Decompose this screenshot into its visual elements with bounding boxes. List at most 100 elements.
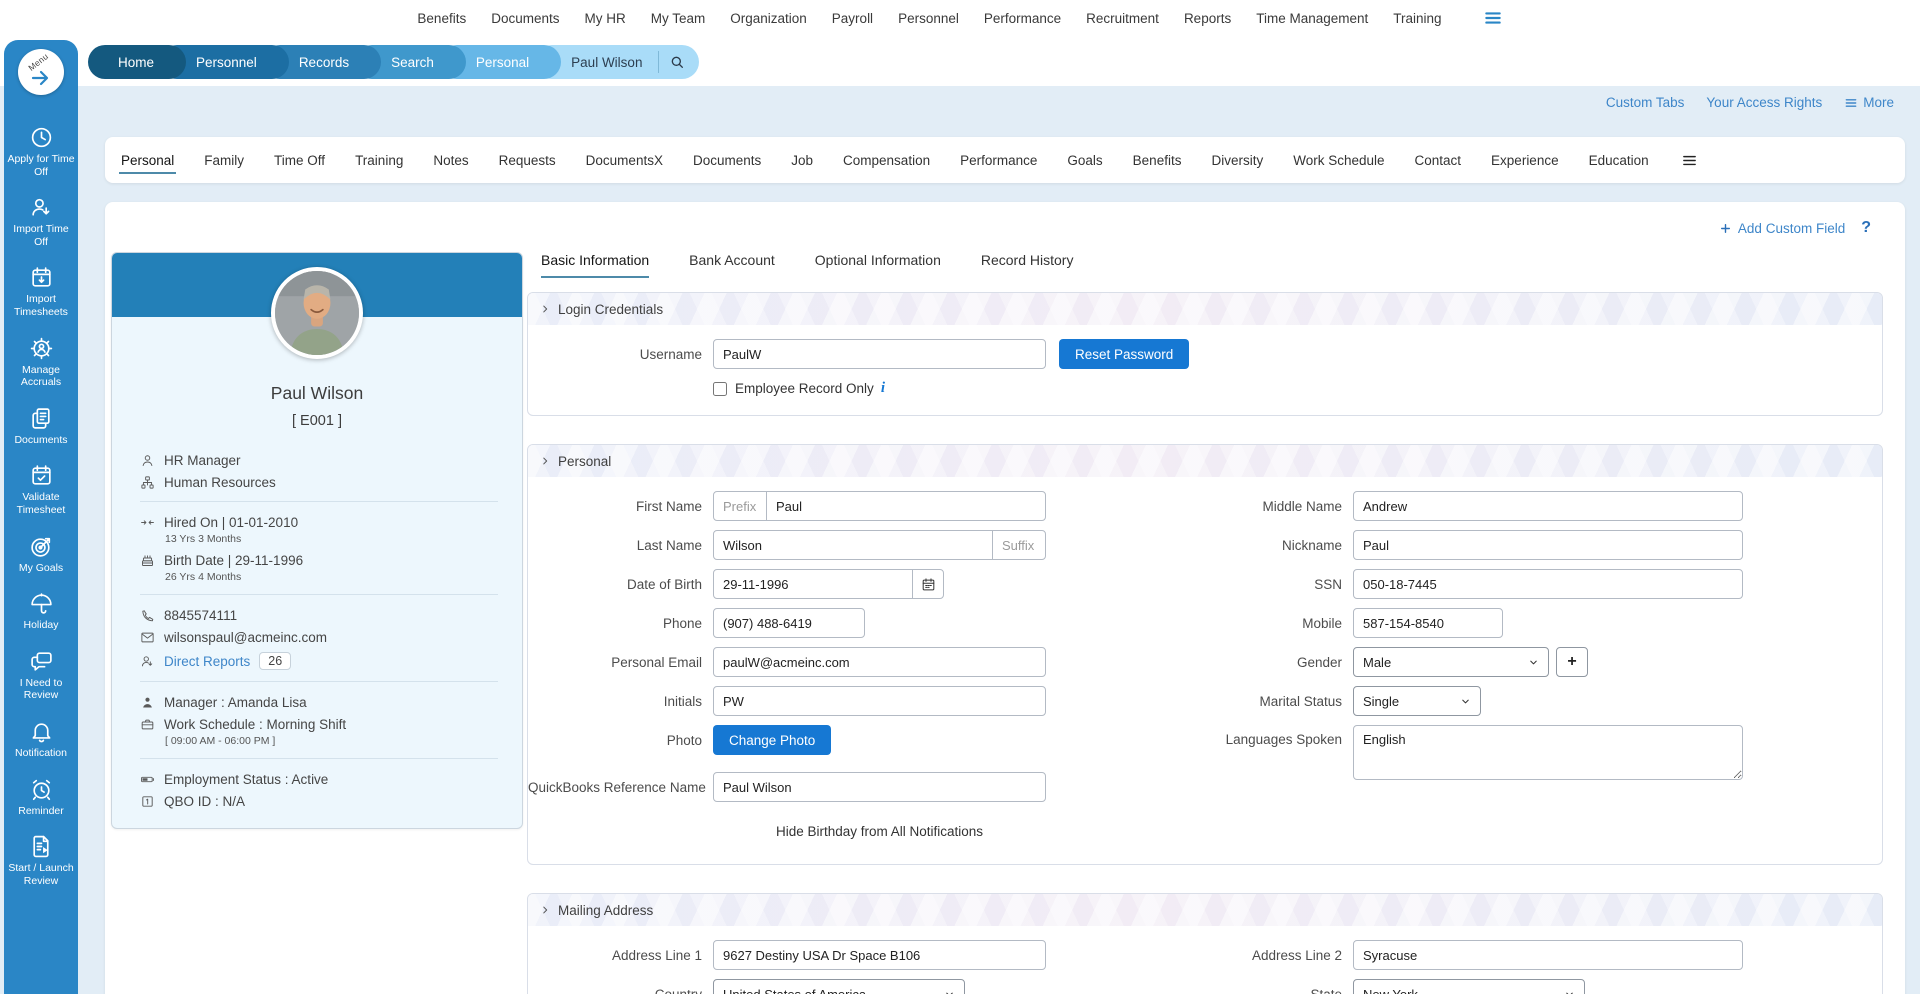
country-select[interactable]: United States of America (713, 979, 965, 994)
tab-personal[interactable]: Personal (119, 140, 176, 181)
tabs-overflow-menu-icon[interactable] (1681, 152, 1698, 169)
tab-benefits[interactable]: Benefits (1131, 140, 1184, 181)
topnav-my-team[interactable]: My Team (651, 11, 706, 26)
tab-work-schedule[interactable]: Work Schedule (1291, 140, 1386, 181)
tab-education[interactable]: Education (1587, 140, 1651, 181)
change-photo-button[interactable]: Change Photo (713, 725, 831, 755)
breadcrumb-home[interactable]: Home (88, 45, 186, 79)
info-icon[interactable]: i (881, 380, 885, 397)
avatar[interactable] (271, 267, 363, 359)
date-picker-button[interactable] (912, 569, 944, 599)
mailing-address-header[interactable]: Mailing Address (528, 894, 1882, 926)
prefix-input[interactable] (713, 491, 767, 521)
personal-header[interactable]: Personal (528, 445, 1882, 477)
languages-spoken-textarea[interactable]: English (1353, 725, 1743, 780)
tab-contact[interactable]: Contact (1413, 140, 1464, 181)
sidebar-item-holiday[interactable]: Holiday (4, 591, 78, 632)
quickbooks-reference-input[interactable] (713, 772, 1046, 802)
topnav-payroll[interactable]: Payroll (832, 11, 873, 26)
login-credentials-header[interactable]: Login Credentials (528, 293, 1882, 325)
tab-documentsx[interactable]: DocumentsX (584, 140, 665, 181)
initials-input[interactable] (713, 686, 1046, 716)
subtab-basic-information[interactable]: Basic Information (541, 252, 649, 278)
topnav-time-management[interactable]: Time Management (1256, 11, 1368, 26)
subtab-record-history[interactable]: Record History (981, 252, 1074, 278)
tab-compensation[interactable]: Compensation (841, 140, 932, 181)
sidebar-item-documents[interactable]: Documents (4, 406, 78, 447)
date-of-birth-input[interactable] (713, 569, 913, 599)
add-custom-field-button[interactable]: Add Custom Field ? (1719, 219, 1871, 237)
nickname-input[interactable] (1353, 530, 1743, 560)
sidebar-item-start-launch-review[interactable]: Start / Launch Review (4, 834, 78, 887)
reset-password-button[interactable]: Reset Password (1059, 339, 1189, 369)
topnav-my-hr[interactable]: My HR (584, 11, 625, 26)
direct-reports-link[interactable]: Direct Reports (164, 654, 250, 669)
phone-input[interactable] (713, 608, 865, 638)
sidebar-item-validate-timesheet[interactable]: Validate Timesheet (4, 463, 78, 516)
sidebar-item-manage-accruals[interactable]: Manage Accruals (4, 336, 78, 389)
address-line-2-input[interactable] (1353, 940, 1743, 970)
subtab-optional-information[interactable]: Optional Information (815, 252, 941, 278)
qbo-icon (140, 794, 155, 809)
middle-name-input[interactable] (1353, 491, 1743, 521)
sidebar-item-apply-for-time-off[interactable]: Apply for Time Off (4, 125, 78, 178)
person-import-icon (29, 195, 54, 220)
add-gender-button[interactable]: + (1556, 647, 1588, 677)
first-name-input[interactable] (766, 491, 1046, 521)
topnav-benefits[interactable]: Benefits (417, 11, 466, 26)
topnav-documents[interactable]: Documents (491, 11, 559, 26)
tab-performance[interactable]: Performance (958, 140, 1039, 181)
more-link[interactable]: More (1844, 95, 1894, 110)
custom-tabs-link[interactable]: Custom Tabs (1606, 95, 1685, 110)
tab-goals[interactable]: Goals (1065, 140, 1104, 181)
bell-icon (29, 719, 54, 744)
subtab-bank-account[interactable]: Bank Account (689, 252, 775, 278)
personal-section: Personal First Name Last Name (527, 444, 1883, 865)
quickbooks-reference-label: QuickBooks Reference Name (528, 780, 713, 795)
sidebar-item-import-timesheets[interactable]: Import Timesheets (4, 265, 78, 318)
sidebar-item-import-time-off[interactable]: Import Time Off (4, 195, 78, 248)
menu-button[interactable]: Menu (18, 49, 64, 95)
topnav-reports[interactable]: Reports (1184, 11, 1231, 26)
address-line-1-input[interactable] (713, 940, 1046, 970)
topnav-recruitment[interactable]: Recruitment (1086, 11, 1159, 26)
sidebar-item-reminder[interactable]: Reminder (4, 777, 78, 818)
direct-reports-count-badge[interactable]: 26 (259, 652, 291, 670)
tab-family[interactable]: Family (202, 140, 246, 181)
tab-job[interactable]: Job (789, 140, 815, 181)
topnav-menu-icon[interactable] (1483, 8, 1503, 28)
tab-experience[interactable]: Experience (1489, 140, 1561, 181)
username-input[interactable] (713, 339, 1046, 369)
sidebar-item-my-goals[interactable]: My Goals (4, 534, 78, 575)
topnav-training[interactable]: Training (1393, 11, 1441, 26)
gender-label: Gender (1153, 655, 1353, 670)
state-select[interactable]: New York (1353, 979, 1585, 994)
your-access-rights-link[interactable]: Your Access Rights (1706, 95, 1822, 110)
top-navigation: Benefits Documents My HR My Team Organiz… (0, 0, 1920, 36)
tab-notes[interactable]: Notes (431, 140, 470, 181)
record-tabs: Personal Family Time Off Training Notes … (105, 137, 1905, 183)
topnav-personnel[interactable]: Personnel (898, 11, 959, 26)
tab-time-off[interactable]: Time Off (272, 140, 327, 181)
marital-status-select[interactable]: Single (1353, 686, 1481, 716)
help-icon[interactable]: ? (1861, 219, 1871, 237)
tab-diversity[interactable]: Diversity (1209, 140, 1265, 181)
employee-record-only-checkbox[interactable] (713, 382, 727, 396)
search-button[interactable] (669, 54, 685, 70)
gender-select[interactable]: Male (1353, 647, 1549, 677)
tab-requests[interactable]: Requests (497, 140, 558, 181)
sidebar-item-notification[interactable]: Notification (4, 719, 78, 760)
ssn-input[interactable] (1353, 569, 1743, 599)
chevron-down-icon (1460, 696, 1471, 707)
topnav-organization[interactable]: Organization (730, 11, 807, 26)
mobile-input[interactable] (1353, 608, 1503, 638)
last-name-input[interactable] (713, 530, 993, 560)
personal-email-input[interactable] (713, 647, 1046, 677)
initials-label: Initials (528, 694, 713, 709)
suffix-input[interactable] (992, 530, 1046, 560)
mailing-address-section: Mailing Address Address Line 1 Country U… (527, 893, 1883, 994)
sidebar-item-i-need-to-review[interactable]: I Need to Review (4, 649, 78, 702)
tab-documents[interactable]: Documents (691, 140, 763, 181)
topnav-performance[interactable]: Performance (984, 11, 1061, 26)
tab-training[interactable]: Training (353, 140, 405, 181)
